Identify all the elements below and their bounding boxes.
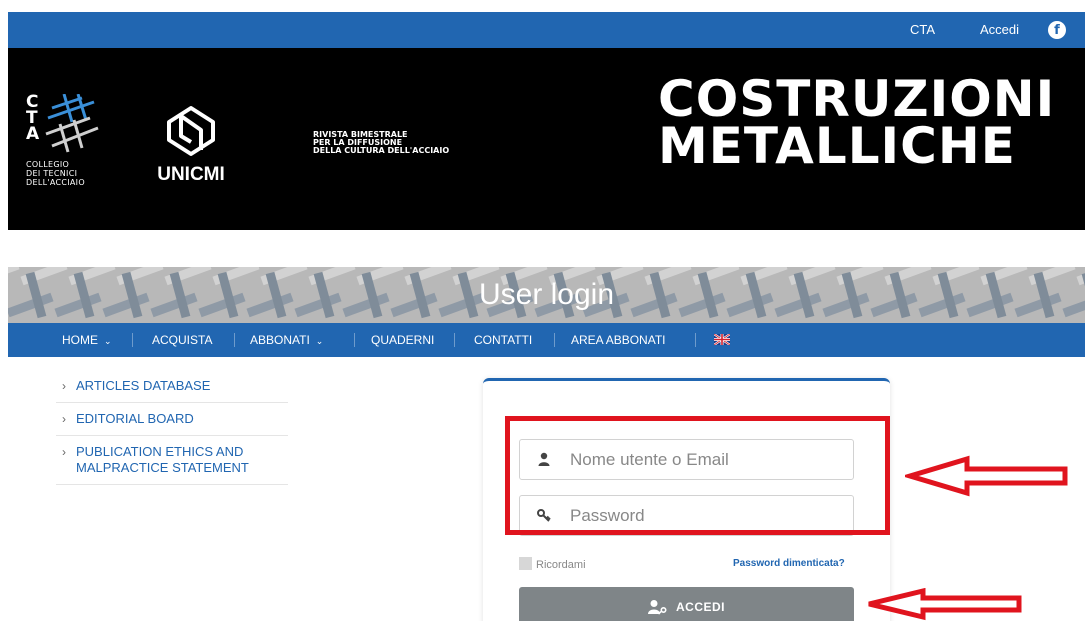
nav-item-abbonati[interactable]: ABBONATI ⌄ [250, 323, 323, 357]
annotation-arrow-icon [905, 455, 1068, 497]
cta-letter: A [26, 124, 40, 144]
magazine-title-line: COSTRUZIONI [658, 70, 1056, 128]
tagline: RIVISTA BIMESTRALE PER LA DIFFUSIONE DEL… [313, 131, 449, 155]
remember-checkbox[interactable] [519, 557, 532, 570]
nav-item-area-abbonati[interactable]: AREA ABBONATI [571, 323, 665, 357]
cta-lattice-icon [45, 94, 99, 153]
nav-item-acquista[interactable]: ACQUISTA [152, 323, 212, 357]
cta-logo-caption: COLLEGIO DEI TECNICI DELL'ACCIAIO [26, 160, 85, 187]
main-nav: HOME ⌄ ACQUISTA ABBONATI ⌄ QUADERNI CONTAT… [8, 323, 1085, 357]
cta-logo-letters: C T A [26, 94, 40, 144]
top-bar: CTA Accedi f [8, 12, 1085, 48]
chevron-right-icon: › [62, 445, 66, 459]
nav-divider [554, 333, 555, 347]
forgot-password-link[interactable]: Password dimenticata? [733, 558, 845, 569]
chevron-right-icon: › [62, 379, 66, 393]
cta-logo[interactable]: C T A COLLEGIO DEI TECNICI DELL'ACCIAIO [26, 94, 146, 204]
page: CTA Accedi f C T A COLLEGIO DEI TECNICI … [0, 0, 1085, 621]
nav-divider [454, 333, 455, 347]
user-key-icon [647, 600, 667, 615]
page-banner: User login [8, 267, 1085, 323]
nav-divider [354, 333, 355, 347]
sidebar-item-label: ARTICLES DATABASE [76, 378, 211, 393]
nav-item-label: HOME [62, 333, 98, 347]
cta-caption-line: COLLEGIO [26, 160, 70, 169]
site-header: C T A COLLEGIO DEI TECNICI DELL'ACCIAIO [8, 48, 1085, 230]
nav-divider [132, 333, 133, 347]
unicmi-logo-text: UNICMI [157, 164, 225, 185]
cta-caption-line: DELL'ACCIAIO [26, 178, 85, 187]
sidebar-item-articles-database[interactable]: › ARTICLES DATABASE [56, 370, 288, 403]
sidebar-item-label: PUBLICATION ETHICS AND MALPRACTICE STATE… [76, 444, 249, 475]
nav-item-quaderni[interactable]: QUADERNI [371, 323, 434, 357]
tagline-line: DELLA CULTURA DELL'ACCIAIO [313, 146, 450, 155]
login-button-label: ACCEDI [675, 600, 725, 614]
nav-divider [695, 333, 696, 347]
unicmi-logo[interactable]: UNICMI [151, 100, 231, 190]
magazine-title-line: METALLICHE [658, 117, 1016, 175]
sidebar-menu: › ARTICLES DATABASE › EDITORIAL BOARD › … [56, 370, 288, 485]
cta-link[interactable]: CTA [910, 12, 935, 48]
chevron-right-icon: › [62, 412, 66, 426]
sidebar-item-label: EDITORIAL BOARD [76, 411, 194, 426]
login-button[interactable]: ACCEDI [519, 587, 854, 621]
nav-divider [234, 333, 235, 347]
unicmi-cube-icon [167, 106, 215, 156]
chevron-down-icon: ⌄ [315, 336, 324, 346]
remember-me[interactable]: Ricordami [519, 557, 586, 571]
facebook-icon[interactable]: f [1048, 21, 1066, 39]
nav-item-contatti[interactable]: CONTATTI [474, 323, 532, 357]
magazine-title[interactable]: COSTRUZIONI METALLICHE [658, 70, 1056, 175]
sidebar-item-editorial-board[interactable]: › EDITORIAL BOARD [56, 403, 288, 436]
cta-caption-line: DEI TECNICI [26, 169, 78, 178]
chevron-down-icon: ⌄ [104, 336, 112, 346]
highlight-box [505, 416, 890, 535]
page-title: User login [478, 278, 615, 311]
nav-item-home[interactable]: HOME ⌄ [62, 323, 112, 357]
remember-label: Ricordami [536, 559, 586, 571]
sidebar-item-publication-ethics[interactable]: › PUBLICATION ETHICS AND MALPRACTICE STA… [56, 436, 288, 485]
accedi-link[interactable]: Accedi [980, 12, 1019, 48]
annotation-arrow-icon [868, 588, 1022, 621]
nav-item-label: ABBONATI [250, 333, 310, 347]
uk-flag-icon[interactable] [714, 334, 730, 345]
